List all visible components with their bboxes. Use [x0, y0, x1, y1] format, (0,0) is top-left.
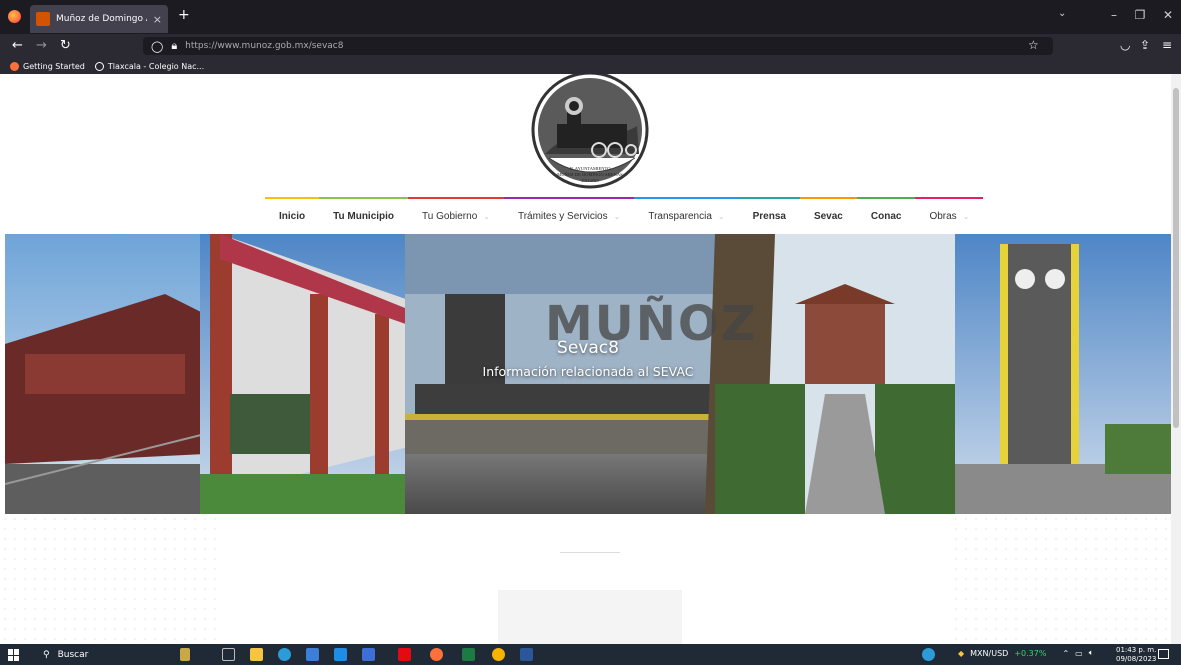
logo-text-2: MUÑOZ DE DOMINGO ARENAS: [557, 172, 623, 177]
currency-icon: ◆: [958, 648, 965, 658]
menu-item-conac[interactable]: Conac: [856, 197, 916, 233]
network-icon[interactable]: ▭: [1075, 649, 1083, 658]
netflix-icon[interactable]: [398, 648, 411, 661]
menu-item-label: Conac: [870, 210, 902, 222]
edge-icon[interactable]: [278, 648, 291, 661]
menu-item-prensa[interactable]: Prensa: [738, 197, 800, 233]
minimize-icon[interactable]: –: [1104, 8, 1124, 22]
window-close-icon[interactable]: ✕: [1158, 8, 1178, 22]
windows-start-icon[interactable]: [8, 649, 20, 661]
scrollbar-thumb[interactable]: [1173, 88, 1179, 428]
firefox-menu-icon[interactable]: [8, 10, 21, 23]
list-tabs-chevron-icon[interactable]: ⌄: [1058, 8, 1066, 19]
web-page: H. AYUNTAMIENTO MUÑOZ DE DOMINGO ARENAS …: [0, 74, 1181, 644]
bookmark-label: Tlaxcala - Colegio Nac...: [107, 61, 205, 71]
browser-tab[interactable]: Muñoz de Domingo Arenas ×: [30, 5, 168, 33]
menu-item-label: Trámites y Servicios: [517, 210, 608, 222]
menu-item-tu-gobierno[interactable]: Tu Gobierno ⌄: [408, 197, 504, 233]
address-bar[interactable]: ◯ 🔒︎ https://www.munoz.gob.mx/sevac8: [143, 37, 1053, 55]
firefox-icon: [10, 61, 19, 71]
menu-item-label: Inicio: [279, 210, 306, 222]
word-icon[interactable]: [520, 648, 533, 661]
chevron-down-icon: ⌄: [483, 211, 490, 221]
globe-icon: [94, 61, 104, 71]
pocket-icon[interactable]: ◡: [1120, 38, 1130, 52]
taskbar-search[interactable]: ⚲ Buscar: [35, 645, 175, 664]
lock-icon[interactable]: 🔒︎: [171, 39, 177, 53]
forward-arrow-icon[interactable]: →: [36, 38, 47, 54]
new-tab-button[interactable]: +: [178, 7, 190, 23]
menu-item-inicio[interactable]: Inicio: [265, 197, 320, 233]
main-navigation: Inicio Tu Municipio Tu Gobierno ⌄ Trámites y…: [265, 197, 984, 233]
back-arrow-icon[interactable]: ←: [12, 38, 23, 54]
bookmark-star-icon[interactable]: ☆: [1028, 38, 1039, 52]
hero-subtitle: Información relacionada al SEVAC: [482, 364, 694, 379]
help-icon[interactable]: [922, 648, 935, 661]
reload-icon[interactable]: ↻: [60, 38, 71, 54]
search-placeholder: Buscar: [57, 649, 89, 660]
search-icon: ⚲: [43, 649, 50, 660]
menu-item-sevac[interactable]: Sevac: [799, 197, 857, 233]
background-pattern-right: [951, 514, 1171, 644]
site-favicon-icon: [36, 12, 50, 26]
taskbar-clock[interactable]: 01:43 p. m. 09/08/2023: [1116, 646, 1156, 664]
menu-item-label: Prensa: [752, 210, 786, 222]
browser-nav-bar: ← → ↻ ◯ 🔒︎ https://www.munoz.gob.mx/seva…: [0, 34, 1181, 58]
content-block: [498, 590, 682, 644]
currency-pair[interactable]: MXN/USD: [970, 649, 1008, 658]
bookmarks-bar: Getting Started Tlaxcala - Colegio Nac..…: [0, 58, 1181, 74]
weather-widget-icon[interactable]: [180, 648, 190, 661]
system-tray: ◆ MXN/USD +0.37% ⌃ ▭ 🔈︎: [958, 648, 1094, 658]
logo-text-3: 2021-2024: [581, 178, 598, 183]
menu-item-label: Tu Gobierno: [422, 210, 478, 222]
bookmark-label: Getting Started: [23, 61, 85, 71]
chevron-up-icon[interactable]: ⌃: [1062, 649, 1069, 658]
menu-item-label: Transparencia: [648, 210, 712, 222]
close-tab-icon[interactable]: ×: [153, 13, 162, 26]
url-text[interactable]: https://www.munoz.gob.mx/sevac8: [185, 41, 343, 51]
browser-tab-bar: Muñoz de Domingo Arenas × + ⌄ – ❐ ✕: [0, 0, 1181, 34]
clock-date: 09/08/2023: [1116, 655, 1157, 663]
chevron-down-icon: ⌄: [613, 211, 621, 221]
menu-item-transparencia[interactable]: Transparencia ⌄: [634, 197, 739, 233]
background-pattern-left: [0, 514, 220, 644]
currency-change: +0.37%: [1014, 648, 1047, 658]
windows-taskbar: ⚲ Buscar ◆ MXN/USD +0.37% ⌃ ▭ 🔈︎ 01:43 p…: [0, 644, 1181, 665]
menu-item-trámites-y-servicios[interactable]: Trámites y Servicios ⌄: [503, 197, 635, 233]
notifications-icon[interactable]: [1158, 649, 1169, 659]
mail-icon[interactable]: [334, 648, 347, 661]
firefox-taskbar-icon[interactable]: [430, 648, 443, 661]
ayuntamiento-logo[interactable]: H. AYUNTAMIENTO MUÑOZ DE DOMINGO ARENAS …: [527, 74, 653, 192]
tab-title: Muñoz de Domingo Arenas: [56, 14, 147, 24]
bookmark-tlaxcala[interactable]: Tlaxcala - Colegio Nac...: [94, 61, 205, 71]
extensions-icon[interactable]: ⇪: [1140, 38, 1150, 52]
clock-time: 01:43 p. m.: [1116, 646, 1157, 654]
page-scrollbar[interactable]: [1171, 74, 1181, 644]
chevron-down-icon: ⌄: [717, 211, 725, 221]
task-view-icon[interactable]: [222, 648, 235, 661]
chevron-down-icon: ⌄: [962, 211, 970, 221]
hero-banner: MUÑOZ Sevac8 Información relacionada al …: [5, 234, 1171, 514]
file-explorer-icon[interactable]: [250, 648, 263, 661]
bookmark-getting-started[interactable]: Getting Started: [10, 61, 85, 71]
section-divider: [560, 552, 620, 553]
chrome-icon[interactable]: [492, 648, 505, 661]
menu-item-label: Obras: [929, 210, 957, 222]
store-icon[interactable]: [306, 648, 319, 661]
hamburger-menu-icon[interactable]: ≡: [1162, 38, 1172, 52]
maximize-icon[interactable]: ❐: [1130, 8, 1150, 22]
menu-item-obras[interactable]: Obras ⌄: [915, 197, 984, 233]
excel-icon[interactable]: [462, 648, 475, 661]
app-icon-blue[interactable]: [362, 648, 375, 661]
hero-title: Sevac8: [557, 338, 619, 358]
logo-text-1: H. AYUNTAMIENTO: [570, 166, 612, 171]
tracking-shield-icon[interactable]: ◯: [151, 40, 163, 53]
menu-item-label: Tu Municipio: [333, 210, 395, 222]
menu-item-label: Sevac: [813, 210, 843, 222]
menu-item-tu-municipio[interactable]: Tu Municipio: [319, 197, 409, 233]
volume-icon[interactable]: 🔈︎: [1089, 648, 1094, 658]
